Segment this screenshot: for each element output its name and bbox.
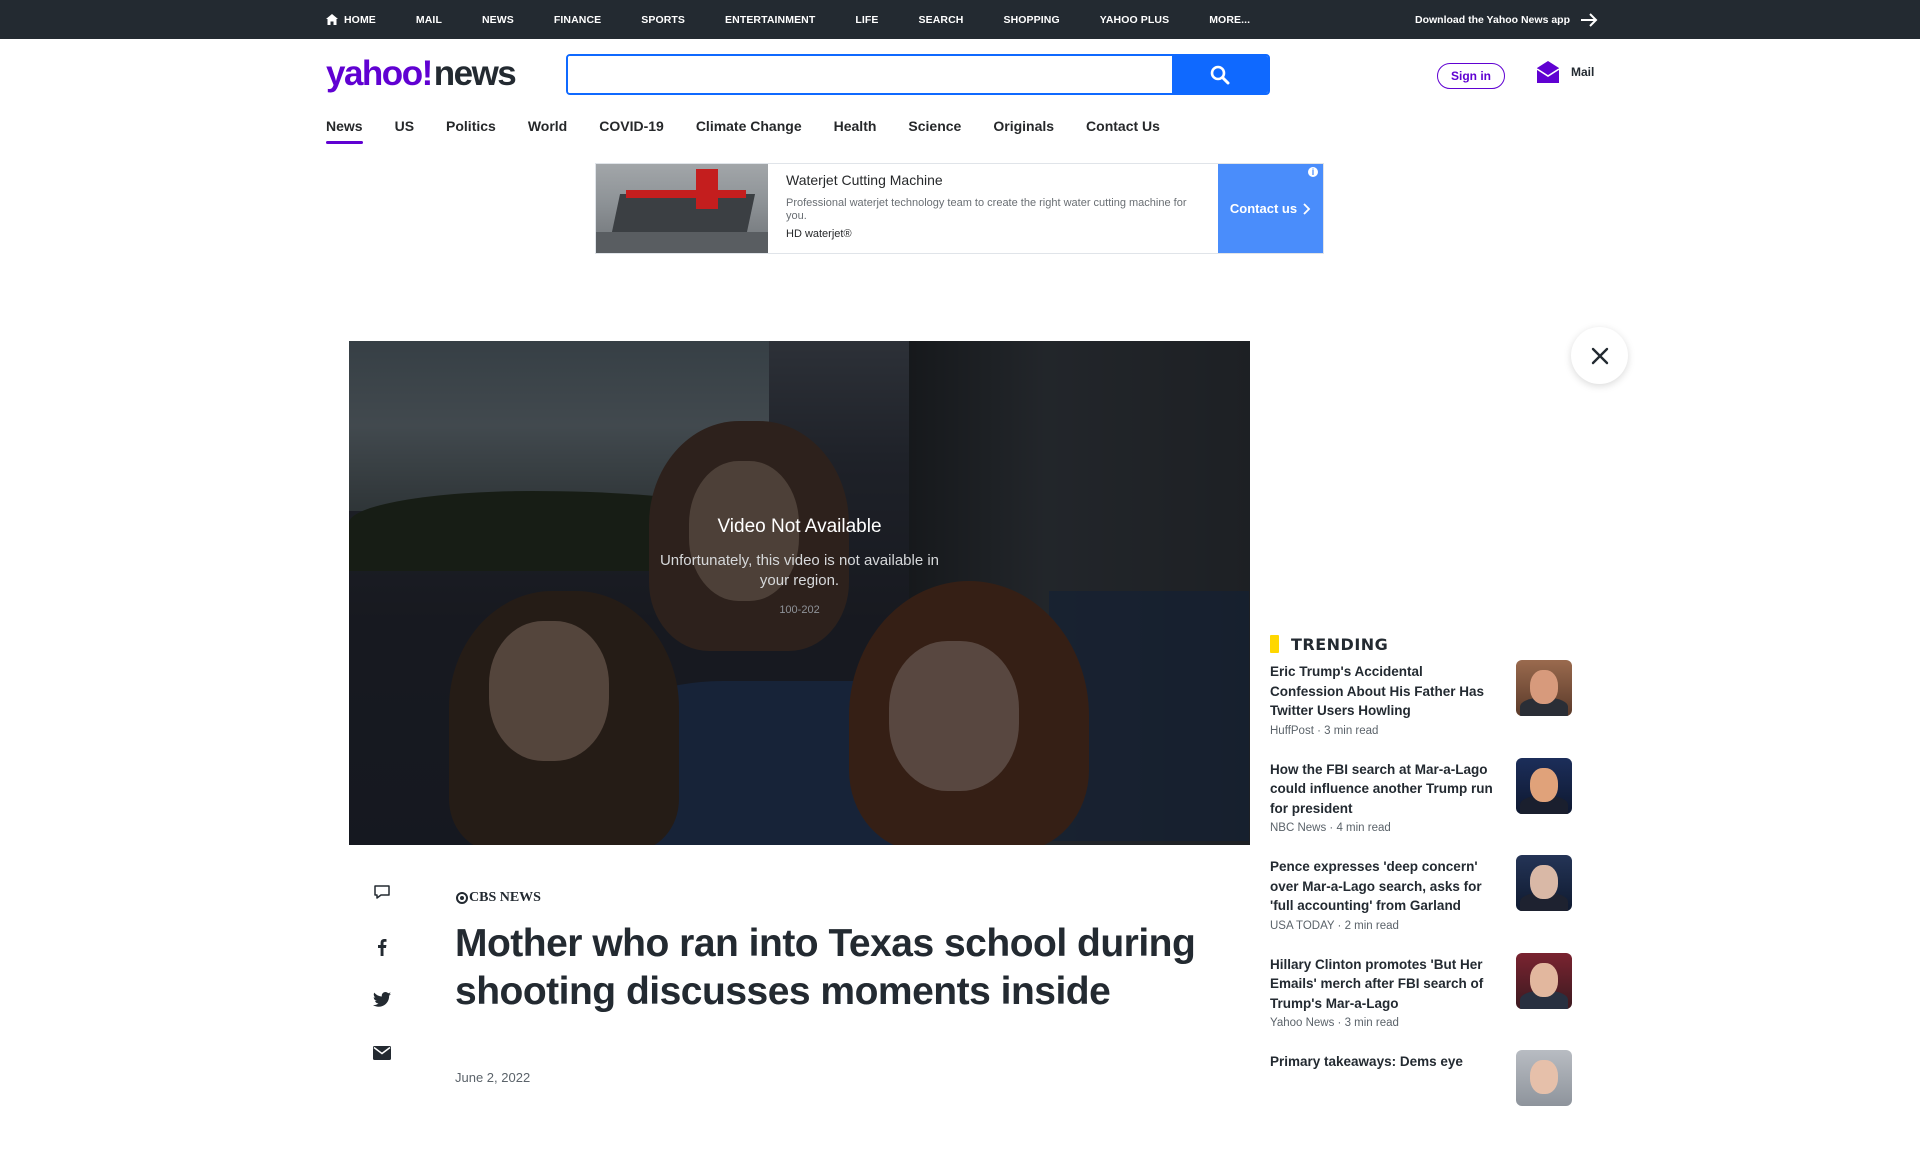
ad-banner[interactable]: Waterjet Cutting Machine Professional wa… (595, 163, 1324, 254)
cbs-eye-icon (456, 892, 468, 904)
logo-yahoo-text: yahoo! (326, 54, 433, 93)
topnav-home[interactable]: HOME (326, 14, 376, 26)
topnav-yahoo-plus[interactable]: YAHOO PLUS (1100, 14, 1169, 26)
trending-thumbnail[interactable] (1516, 1050, 1572, 1106)
ad-description: Professional waterjet technology team to… (786, 197, 1187, 222)
trending-meta: Yahoo News · 3 min read (1270, 1017, 1399, 1029)
trending-title: TRENDING (1291, 634, 1389, 654)
section-tab-us[interactable]: US (395, 116, 414, 146)
top-nav: HOME MAIL NEWS FINANCE SPORTS ENTERTAINM… (326, 0, 1290, 39)
trending-item[interactable]: Pence expresses 'deep concern' over Mar-… (1270, 855, 1572, 955)
ad-contact-button[interactable]: Contact us (1218, 164, 1323, 253)
mail-link[interactable]: Mail (1535, 60, 1594, 84)
video-error-description: Unfortunately, this video is not availab… (659, 552, 940, 589)
mail-label: Mail (1571, 65, 1595, 79)
section-tab-originals[interactable]: Originals (993, 116, 1054, 146)
section-nav: News US Politics World COVID-19 Climate … (326, 116, 1192, 146)
twitter-icon (373, 992, 391, 1007)
trending-headline[interactable]: Pence expresses 'deep concern' over Mar-… (1270, 857, 1496, 916)
section-tab-news[interactable]: News (326, 116, 363, 146)
trending-thumbnail[interactable] (1516, 757, 1572, 814)
facebook-icon (378, 939, 387, 956)
logo-news-text: news (433, 54, 517, 93)
article-source: CBS NEWS (469, 890, 541, 905)
topnav-search[interactable]: SEARCH (919, 14, 964, 26)
share-rail (364, 884, 400, 1100)
topnav-life[interactable]: LIFE (855, 14, 878, 26)
section-tab-science[interactable]: Science (908, 116, 961, 146)
topnav-shopping[interactable]: SHOPPING (1004, 14, 1060, 26)
trending-item[interactable]: How the FBI search at Mar-a-Lago could i… (1270, 757, 1572, 858)
ad-contact-label: Contact us (1229, 201, 1298, 216)
section-tab-covid[interactable]: COVID-19 (599, 116, 664, 146)
search-icon (1210, 65, 1230, 84)
search-input[interactable] (568, 56, 1172, 93)
trending-headline[interactable]: Hillary Clinton promotes 'But Her Emails… (1270, 955, 1496, 1014)
trending-thumbnail[interactable] (1516, 855, 1572, 911)
section-tab-world[interactable]: World (528, 116, 567, 146)
ad-title: Waterjet Cutting Machine (786, 172, 943, 188)
home-icon (326, 14, 338, 25)
video-player[interactable]: Video Not Available Unfortunately, this … (349, 341, 1250, 845)
topnav-more[interactable]: MORE... (1209, 14, 1250, 26)
arrow-right-icon (1581, 12, 1598, 27)
search-button[interactable] (1172, 56, 1268, 93)
chevron-right-icon (1303, 202, 1311, 215)
trending-headline[interactable]: Eric Trump's Accidental Confession About… (1270, 662, 1496, 721)
article-source-logo[interactable]: CBS NEWS (456, 890, 541, 906)
section-tab-contact-us[interactable]: Contact Us (1086, 116, 1160, 146)
section-tab-health[interactable]: Health (834, 116, 877, 146)
top-bar: HOME MAIL NEWS FINANCE SPORTS ENTERTAINM… (0, 0, 1920, 39)
section-tab-politics[interactable]: Politics (446, 116, 496, 146)
topnav-entertainment[interactable]: ENTERTAINMENT (725, 14, 815, 26)
trending-item[interactable]: Hillary Clinton promotes 'But Her Emails… (1270, 952, 1572, 1053)
topnav-mail[interactable]: MAIL (416, 14, 442, 26)
trending-headline[interactable]: Primary takeaways: Dems eye (1270, 1052, 1496, 1072)
trending-thumbnail[interactable] (1516, 660, 1572, 716)
article-date: June 2, 2022 (455, 1070, 531, 1085)
trending-header: TRENDING (1270, 634, 1572, 654)
comment-icon (374, 885, 390, 899)
trending-headline[interactable]: How the FBI search at Mar-a-Lago could i… (1270, 760, 1496, 819)
download-app-link[interactable]: Download the Yahoo News app (1415, 0, 1598, 39)
topnav-finance[interactable]: FINANCE (554, 14, 601, 26)
ad-source: HD waterjet® (786, 228, 852, 240)
sign-in-button[interactable]: Sign in (1437, 63, 1505, 89)
share-email-button[interactable] (364, 1046, 400, 1100)
download-app-label: Download the Yahoo News app (1415, 13, 1570, 26)
share-facebook-button[interactable] (364, 938, 400, 992)
trending-meta: NBC News · 4 min read (1270, 822, 1391, 834)
trending-item[interactable]: Primary takeaways: Dems eye (1270, 1050, 1572, 1150)
video-error-title: Video Not Available (717, 516, 882, 537)
email-icon (373, 1046, 391, 1060)
trending-accent-bar (1270, 635, 1279, 653)
search-bar (566, 54, 1270, 95)
trending-module: TRENDING Eric Trump's Accidental Confess… (1270, 634, 1572, 1150)
mail-icon (1536, 61, 1560, 83)
yahoo-news-logo[interactable]: yahoo! news (326, 54, 517, 94)
section-tab-climate-change[interactable]: Climate Change (696, 116, 802, 146)
trending-thumbnail[interactable] (1516, 952, 1572, 1009)
video-unavailable-message: Video Not Available Unfortunately, this … (349, 516, 1250, 616)
trending-meta: USA TODAY · 2 min read (1270, 919, 1399, 932)
topnav-news[interactable]: NEWS (482, 14, 514, 26)
video-error-code: 100-202 (779, 604, 820, 616)
topnav-home-label: HOME (344, 13, 376, 26)
ad-image (596, 164, 768, 253)
trending-meta: HuffPost · 3 min read (1270, 724, 1379, 737)
comments-button[interactable] (364, 884, 400, 938)
article-headline: Mother who ran into Texas school during … (455, 922, 1196, 1013)
close-icon (1591, 347, 1608, 364)
ad-info-icon[interactable]: i (1307, 166, 1319, 178)
close-video-button[interactable] (1571, 327, 1628, 384)
share-twitter-button[interactable] (364, 992, 400, 1046)
topnav-sports[interactable]: SPORTS (641, 14, 685, 26)
ad-body: Waterjet Cutting Machine Professional wa… (768, 164, 1218, 253)
trending-item[interactable]: Eric Trump's Accidental Confession About… (1270, 660, 1572, 760)
